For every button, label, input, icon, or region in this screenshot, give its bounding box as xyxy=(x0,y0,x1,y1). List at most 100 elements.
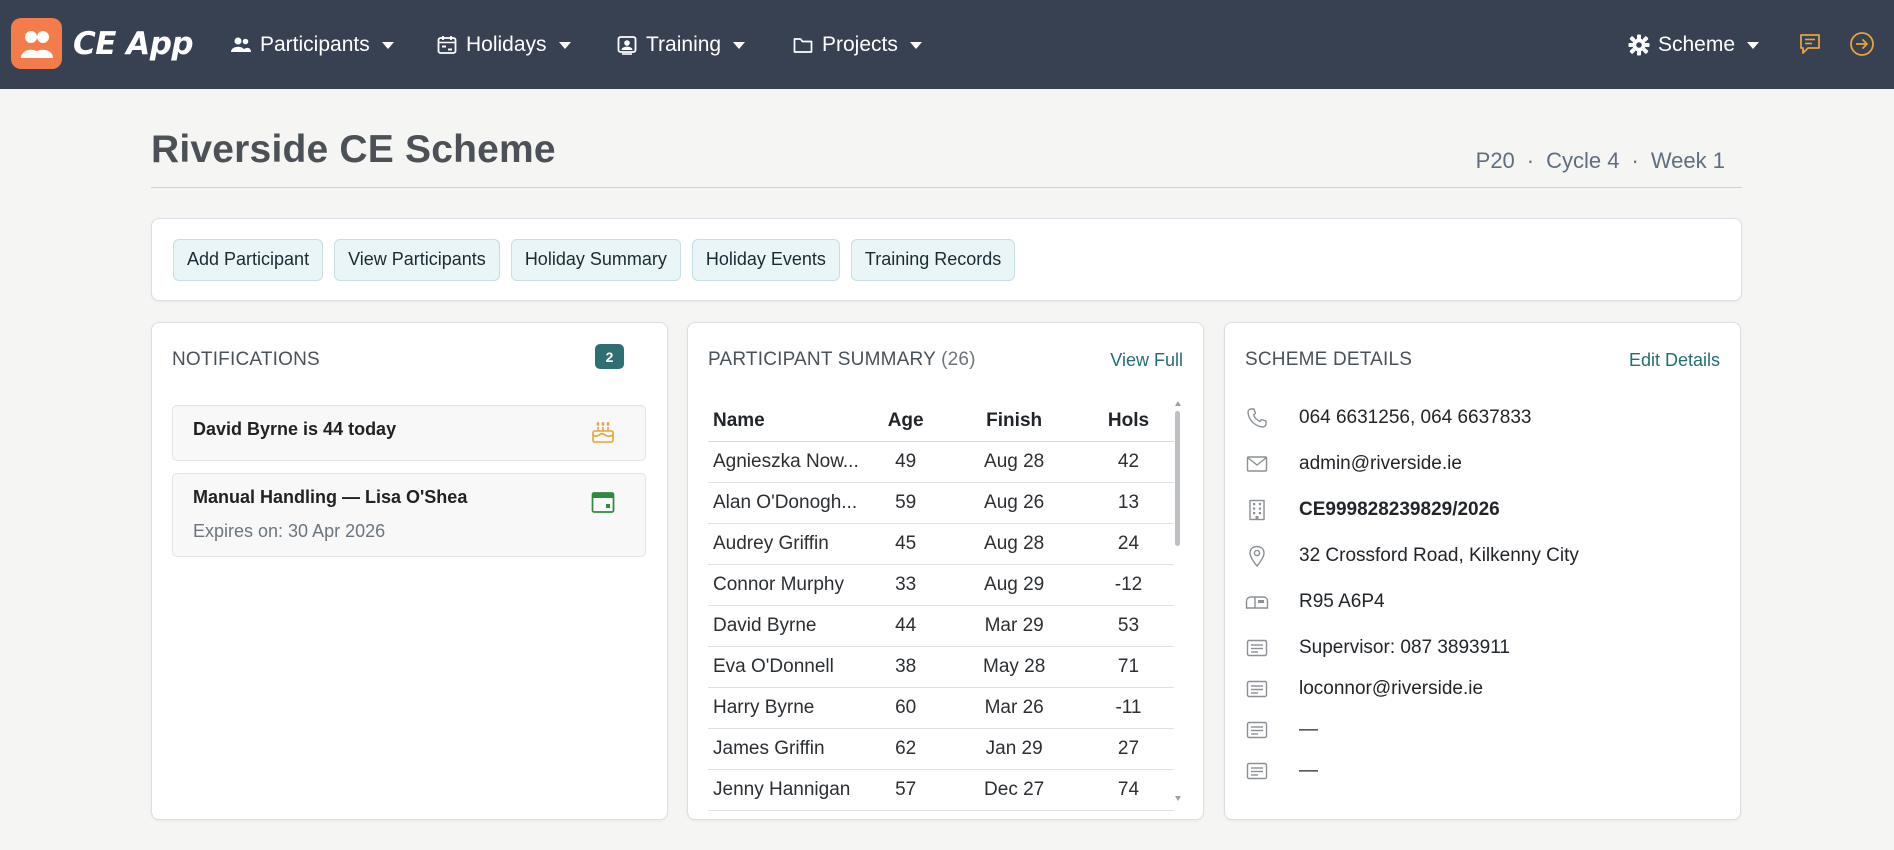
calendar-week-icon xyxy=(436,34,458,56)
detail-address: 32 Crossford Road, Kilkenny City xyxy=(1245,541,1579,571)
column-header-name[interactable]: Name xyxy=(708,401,866,442)
cell-finish: Dec 27 xyxy=(945,769,1083,811)
table-row[interactable]: Harry Byrne 60 Mar 26 -11 xyxy=(708,687,1174,729)
cell-name: Alan O'Donogh... xyxy=(708,482,866,524)
nav-projects[interactable]: Projects xyxy=(792,30,922,60)
nav-participants[interactable]: Participants xyxy=(230,30,394,60)
column-header-hols[interactable]: Hols xyxy=(1082,401,1174,442)
table-row[interactable]: James Griffin 62 Jan 29 27 xyxy=(708,728,1174,770)
separator: · xyxy=(1631,148,1639,173)
table-row[interactable]: Connor Murphy 33 Aug 29 -12 xyxy=(708,564,1174,606)
notification-item[interactable]: Manual Handling — Lisa O'Shea Expires on… xyxy=(172,473,646,557)
cell-hols: -11 xyxy=(1082,687,1174,729)
cell-finish: May 28 xyxy=(945,646,1083,688)
cell-finish: Aug 29 xyxy=(945,564,1083,606)
detail-email: admin@riverside.ie xyxy=(1245,449,1462,479)
period-label: P20 xyxy=(1475,148,1515,173)
location-pin-icon xyxy=(1245,544,1269,568)
view-participants-button[interactable]: View Participants xyxy=(334,238,500,281)
table-row[interactable]: Audrey Griffin 45 Aug 28 24 xyxy=(708,523,1174,565)
brand[interactable]: CE App xyxy=(11,18,194,69)
cell-hols: 42 xyxy=(1082,441,1174,483)
participant-summary-label: PARTICIPANT SUMMARY xyxy=(708,349,936,370)
detail-supervisor: Supervisor: 087 3893911 xyxy=(1245,633,1510,663)
brand-name: CE App xyxy=(73,25,194,62)
notification-title: Manual Handling — Lisa O'Shea xyxy=(193,487,468,507)
cell-name: Harry Byrne xyxy=(708,687,866,729)
scroll-up-arrow-icon[interactable] xyxy=(1175,401,1181,406)
detail-text: R95 A6P4 xyxy=(1299,591,1385,612)
notifications-count-badge: 2 xyxy=(595,344,624,369)
page-title: Riverside CE Scheme xyxy=(151,128,556,171)
add-participant-button[interactable]: Add Participant xyxy=(173,238,324,281)
notification-item[interactable]: David Byrne is 44 today xyxy=(172,405,646,461)
cell-finish: Aug 26 xyxy=(945,482,1083,524)
cell-name: Eva O'Donnell xyxy=(708,646,866,688)
edit-details-link[interactable]: Edit Details xyxy=(1629,350,1720,371)
notification-expiry: Expires on: 30 Apr 2026 xyxy=(193,521,386,541)
nav-scheme-label: Scheme xyxy=(1658,33,1736,56)
table-row[interactable]: Eva O'Donnell 38 May 28 71 xyxy=(708,646,1174,688)
note-icon xyxy=(1245,718,1269,742)
training-records-button[interactable]: Training Records xyxy=(850,238,1016,281)
chevron-down-icon xyxy=(909,41,922,49)
calendar-icon xyxy=(589,488,617,516)
table-row[interactable]: Agnieszka Now... 49 Aug 28 42 xyxy=(708,441,1174,483)
divider xyxy=(151,187,1742,188)
cell-finish: Aug 28 xyxy=(945,523,1083,565)
cycle-info: P20 · Cycle 4 · Week 1 xyxy=(1476,148,1725,174)
scrollbar-thumb[interactable] xyxy=(1175,411,1180,546)
feedback-icon[interactable] xyxy=(1796,30,1824,58)
week-label: Week 1 xyxy=(1650,148,1725,173)
table-row[interactable]: David Byrne 44 Mar 29 53 xyxy=(708,605,1174,647)
cell-age: 38 xyxy=(866,646,946,688)
chevron-down-icon xyxy=(558,41,571,49)
holiday-events-button[interactable]: Holiday Events xyxy=(691,238,840,281)
detail-eircode: R95 A6P4 xyxy=(1245,587,1385,617)
scroll-down-arrow-icon[interactable] xyxy=(1175,796,1181,801)
nav-scheme[interactable]: Scheme xyxy=(1628,30,1760,60)
detail-text: — xyxy=(1299,760,1318,781)
view-full-link[interactable]: View Full xyxy=(1110,350,1183,371)
notification-title: David Byrne is 44 today xyxy=(193,419,397,439)
notifications-panel: NOTIFICATIONS 2 David Byrne is 44 today … xyxy=(151,322,668,820)
table-row[interactable]: Alan O'Donogh... 59 Aug 26 13 xyxy=(708,482,1174,524)
nav-training[interactable]: Training xyxy=(616,30,746,60)
cell-hols: 27 xyxy=(1082,728,1174,770)
detail-phone: 064 6631256, 064 6637833 xyxy=(1245,403,1531,433)
detail-registration: CE999828239829/2026 xyxy=(1245,495,1500,525)
cell-hols: 13 xyxy=(1082,482,1174,524)
detail-text: 064 6631256, 064 6637833 xyxy=(1299,407,1532,428)
column-header-age[interactable]: Age xyxy=(866,401,946,442)
cell-finish: Mar 26 xyxy=(945,687,1083,729)
scheme-details-title: SCHEME DETAILS xyxy=(1245,349,1413,370)
detail-text: — xyxy=(1299,719,1318,740)
table-row[interactable]: Jenny Hannigan 57 Dec 27 74 xyxy=(708,769,1174,811)
cell-age: 60 xyxy=(866,687,946,729)
column-header-finish[interactable]: Finish xyxy=(945,401,1083,442)
cell-finish: Aug 28 xyxy=(945,441,1083,483)
phone-icon xyxy=(1245,406,1269,430)
cell-name: David Byrne xyxy=(708,605,866,647)
cell-age: 62 xyxy=(866,728,946,770)
gear-icon xyxy=(1628,34,1650,56)
cell-hols: 71 xyxy=(1082,646,1174,688)
holiday-summary-button[interactable]: Holiday Summary xyxy=(510,238,681,281)
nav-holidays[interactable]: Holidays xyxy=(436,30,571,60)
cell-age: 59 xyxy=(866,482,946,524)
cell-hols: 24 xyxy=(1082,523,1174,565)
note-icon xyxy=(1245,636,1269,660)
cell-name: Jenny Hannigan xyxy=(708,769,866,811)
cycle-label: Cycle 4 xyxy=(1546,148,1620,173)
table-scrollbar[interactable] xyxy=(1174,401,1182,801)
chevron-down-icon xyxy=(381,41,394,49)
envelope-icon xyxy=(1245,452,1269,476)
cell-finish: Jan 29 xyxy=(945,728,1083,770)
cell-age: 57 xyxy=(866,769,946,811)
chevron-down-icon xyxy=(733,41,746,49)
folder-icon xyxy=(792,34,814,56)
cell-name: James Griffin xyxy=(708,728,866,770)
quick-actions-bar: Add Participant View Participants Holida… xyxy=(151,218,1742,301)
logout-icon[interactable] xyxy=(1848,30,1876,58)
notifications-title: NOTIFICATIONS xyxy=(172,349,320,370)
